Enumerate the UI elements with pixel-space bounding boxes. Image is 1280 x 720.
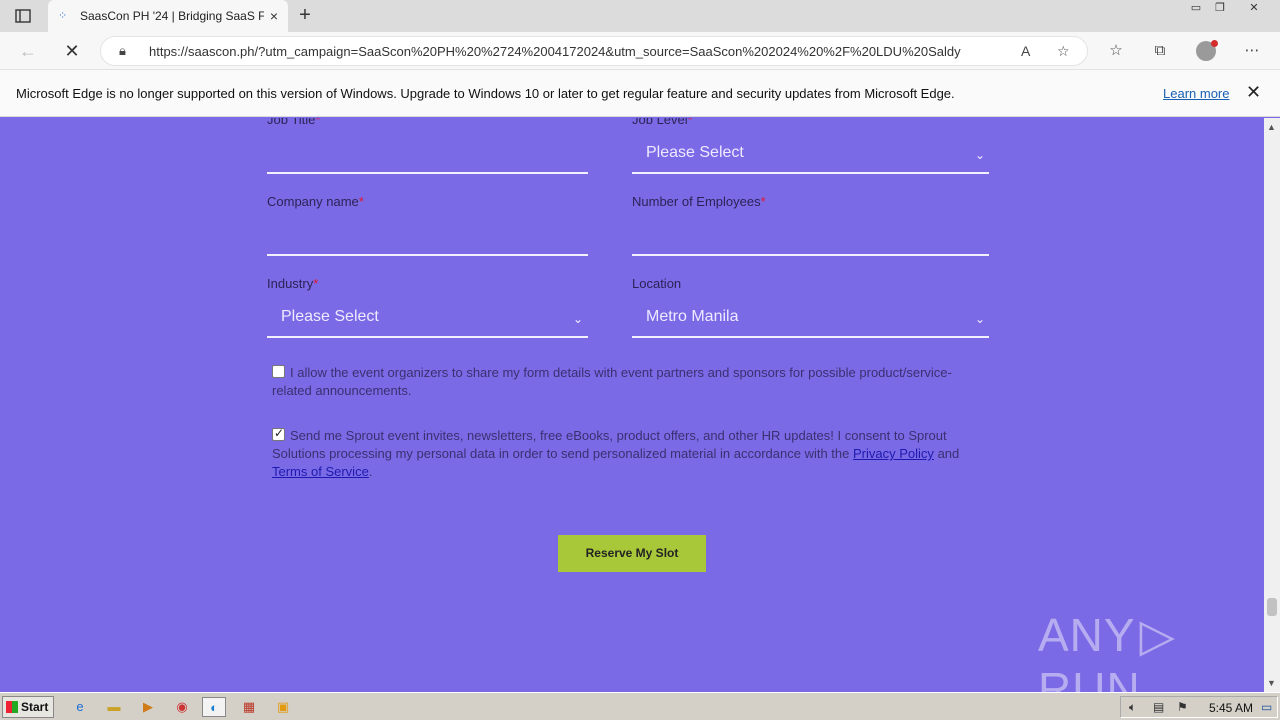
chevron-down-icon[interactable]: ⌄ — [975, 312, 985, 326]
back-arrow-icon[interactable]: ← — [14, 39, 42, 63]
stop-loading-icon[interactable]: ✕ — [58, 39, 86, 63]
location-underline — [632, 336, 989, 338]
location-select[interactable]: Metro Manila — [646, 308, 738, 326]
infobar-close-icon[interactable]: ✕ — [1246, 82, 1261, 103]
flag-icon[interactable]: ⚑ — [1177, 700, 1188, 714]
url-text[interactable]: https://saascon.ph/?utm_campaign=SaaScon… — [149, 44, 999, 59]
clock: 5:45 AM — [1209, 701, 1254, 715]
scroll-thumb[interactable] — [1267, 598, 1277, 616]
chevron-down-icon[interactable]: ⌄ — [573, 312, 583, 326]
chrome-icon[interactable]: ◉ — [170, 697, 194, 717]
job-level-underline — [632, 172, 989, 174]
windows-logo-icon — [6, 701, 18, 713]
reserve-slot-button[interactable]: Reserve My Slot — [558, 535, 706, 572]
favorites-icon[interactable]: ☆ — [1104, 40, 1128, 62]
add-favorite-icon[interactable]: ☆ — [1057, 43, 1070, 60]
share-details-text: I allow the event organizers to share my… — [272, 365, 952, 398]
scroll-up-icon[interactable]: ▲ — [1267, 122, 1276, 132]
page-scrollbar[interactable]: ▲ ▼ — [1264, 118, 1280, 692]
job-title-label: Job Title* — [267, 118, 321, 127]
industry-select[interactable]: Please Select — [281, 308, 379, 326]
address-bar[interactable]: 🔒︎ https://saascon.ph/?utm_campaign=SaaS… — [100, 36, 1088, 66]
employees-label: Number of Employees* — [632, 194, 766, 209]
system-tray: 🔈︎ ▤ ⚑ 5:45 AM ▭ — [1120, 696, 1278, 718]
terms-of-service-link[interactable]: Terms of Service — [272, 464, 369, 479]
windows-taskbar: Start e ▬ ▶ ◉ ◐ ▦ ▣ 🔈︎ ▤ ⚑ 5:45 AM ▭ — [0, 692, 1280, 720]
ie-icon[interactable]: e — [68, 697, 92, 717]
job-title-input[interactable] — [267, 172, 588, 174]
privacy-policy-link[interactable]: Privacy Policy — [853, 446, 934, 461]
scroll-down-icon[interactable]: ▼ — [1267, 678, 1276, 688]
read-aloud-icon[interactable]: A — [1021, 43, 1030, 59]
location-label: Location — [632, 276, 682, 291]
lock-icon[interactable]: 🔒︎ — [119, 43, 126, 59]
folder-icon[interactable]: ▬ — [102, 697, 126, 717]
minimize-button[interactable]: ▭ — [1184, 0, 1208, 18]
tab-title: SaasCon PH '24 | Bridging SaaS F — [80, 9, 264, 23]
infobar-message: Microsoft Edge is no longer supported on… — [16, 86, 955, 101]
media-player-icon[interactable]: ▶ — [136, 697, 160, 717]
new-tab-button[interactable]: + — [292, 4, 318, 28]
start-button[interactable]: Start — [2, 696, 54, 718]
unsupported-os-infobar: Microsoft Edge is no longer supported on… — [0, 70, 1280, 117]
company-name-label: Company name* — [267, 194, 364, 209]
show-desktop-icon[interactable]: ▭ — [1261, 700, 1272, 714]
browser-titlebar: ⁘ SaasCon PH '24 | Bridging SaaS F × + ▭… — [0, 0, 1280, 32]
volume-icon[interactable]: 🔈︎ — [1129, 700, 1136, 715]
restore-button[interactable]: ❐ — [1208, 0, 1232, 18]
chevron-down-icon[interactable]: ⌄ — [975, 148, 985, 162]
archiver-icon[interactable]: ▦ — [237, 697, 261, 717]
collections-icon[interactable]: ⧉ — [1148, 40, 1172, 62]
anyrun-watermark: ANY▷RUN — [1038, 609, 1176, 692]
app-o-icon[interactable]: ▣ — [271, 697, 295, 717]
tab-close-icon[interactable]: × — [270, 8, 278, 24]
edge-icon[interactable]: ◐ — [202, 697, 226, 717]
play-icon: ▷ — [1139, 609, 1176, 661]
profile-avatar[interactable] — [1196, 40, 1218, 61]
employees-input[interactable] — [632, 254, 989, 256]
job-level-label: Job Level* — [632, 118, 693, 127]
industry-label: Industry* — [267, 276, 319, 291]
industry-underline — [267, 336, 588, 338]
network-icon[interactable]: ▤ — [1153, 700, 1164, 714]
company-name-input[interactable] — [267, 254, 588, 256]
close-window-button[interactable]: ✕ — [1242, 0, 1266, 18]
newsletter-consent-text: Send me Sprout event invites, newsletter… — [272, 428, 960, 479]
tab-actions-icon[interactable] — [10, 6, 36, 26]
settings-more-icon[interactable]: ⋯ — [1240, 40, 1264, 62]
job-level-select[interactable]: Please Select — [646, 144, 744, 162]
address-bar-row: ← ✕ 🔒︎ https://saascon.ph/?utm_campaign=… — [0, 32, 1280, 70]
browser-tab[interactable]: ⁘ SaasCon PH '24 | Bridging SaaS F × — [48, 0, 288, 32]
learn-more-link[interactable]: Learn more — [1163, 86, 1229, 101]
site-favicon-icon: ⁘ — [58, 10, 68, 22]
registration-form: Job Title* Job Level* Please Select ⌄ Co… — [0, 118, 1264, 692]
